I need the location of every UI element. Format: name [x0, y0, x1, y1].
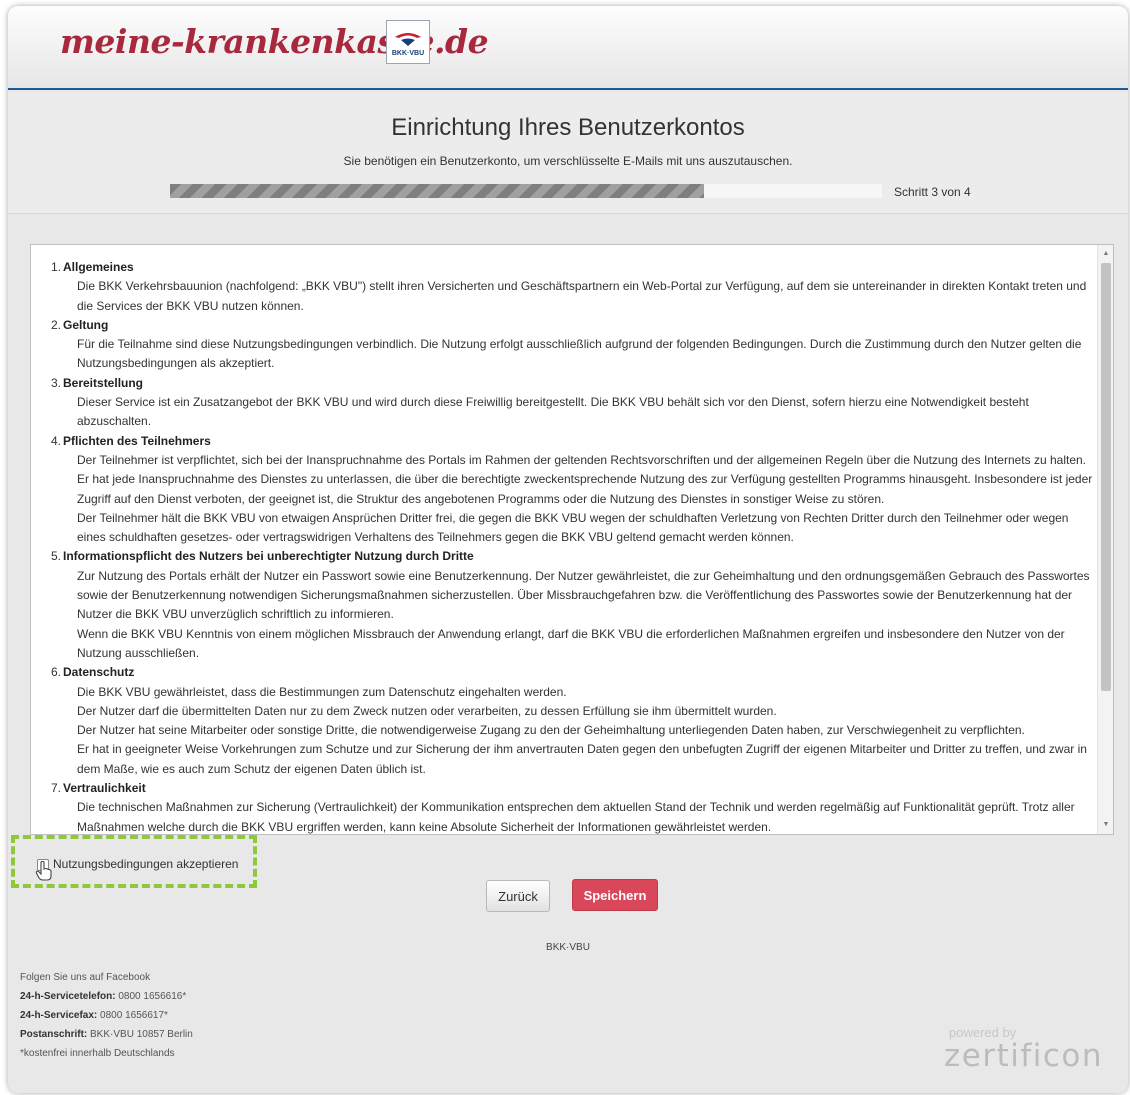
terms-paragraph: Der Nutzer hat seine Mitarbeiter oder so…: [77, 723, 1025, 738]
save-button[interactable]: Speichern: [572, 879, 658, 911]
terms-textarea[interactable]: 1. Allgemeines Die BKK Verkehrsbauunion (n…: [30, 244, 1114, 835]
header: meine-krankenkasse.de BKK·VBU: [8, 6, 1128, 90]
terms-section-number: 6.: [51, 665, 62, 680]
terms-paragraph: Zur Nutzung des Portals erhält der Nutze…: [77, 568, 1090, 622]
badge-text: BKK·VBU: [391, 49, 425, 57]
terms-paragraph: Wenn die BKK VBU Kenntnis von einem mögl…: [77, 626, 1065, 660]
page-subtitle: Sie benötigen ein Benutzerkonto, um vers…: [343, 154, 793, 168]
terms-section: 2. Geltung Für die Teilnahme sind diese Nu…: [43, 316, 1093, 374]
terms-paragraph: Dieser Service ist ein Zusatzangebot der…: [77, 395, 1029, 429]
hand-cursor-icon: [35, 861, 52, 881]
accept-terms-highlight: Nutzungsbedingungen akzeptieren: [11, 835, 257, 888]
terms-section: 7. Vertraulichkeit Die technischen Maßnahm…: [43, 779, 1093, 834]
facebook-link[interactable]: Folgen Sie uns auf Facebook: [20, 968, 193, 987]
progress-fill: [170, 184, 704, 198]
postal-address: Postanschrift: BKK·VBU 10857 Berlin: [20, 1025, 193, 1044]
terms-section-number: 7.: [51, 781, 62, 796]
terms-paragraph: Für die Teilnahme sind diese Nutzungsbed…: [77, 337, 1082, 371]
service-phone: 24-h-Servicetelefon: 0800 1656616*: [20, 987, 193, 1006]
terms-paragraph: Die technischen Maßnahmen zur Sicherung …: [77, 800, 1075, 834]
step-indicator: Schritt 3 von 4: [894, 185, 971, 199]
eagle-logo-icon: [395, 32, 421, 46]
terms-section: 1. Allgemeines Die BKK Verkehrsbauunion (n…: [43, 258, 1093, 316]
service-fax: 24-h-Servicefax: 0800 1656617*: [20, 1006, 193, 1025]
terms-section: 5. Informationspflicht des Nutzers bei un…: [43, 547, 1093, 663]
postal-address-label: Postanschrift:: [20, 1029, 88, 1040]
terms-paragraph: Er hat in geeigneter Weise Vorkehrungen …: [77, 742, 1087, 776]
bkk-vbu-logo: BKK·VBU: [386, 20, 430, 64]
terms-section: 4. Pflichten des Teilnehmers Der Teilnehme…: [43, 432, 1093, 548]
progress-bar: [170, 184, 882, 198]
terms-section-number: 2.: [51, 317, 62, 332]
service-fax-label: 24-h-Servicefax:: [20, 1010, 98, 1021]
terms-list: 1. Allgemeines Die BKK Verkehrsbauunion (n…: [43, 258, 1093, 834]
terms-section-number: 5.: [51, 549, 62, 564]
page-title: Einrichtung Ihres Benutzerkontos: [391, 114, 745, 141]
setup-header: Einrichtung Ihres Benutzerkontos Sie ben…: [8, 92, 1128, 214]
terms-section: 3. Bereitstellung Dieser Service ist ein Z…: [43, 374, 1093, 432]
scroll-up-icon[interactable]: ▲: [1098, 247, 1113, 261]
app-window: meine-krankenkasse.de BKK·VBU Einrichtun…: [8, 6, 1128, 1093]
zertificon-logo: zertificon: [944, 1038, 1104, 1074]
terms-section-heading: Allgemeines: [63, 260, 134, 274]
brand-label: BKK·VBU: [546, 942, 590, 953]
footer-note: *kostenfrei innerhalb Deutschlands: [20, 1048, 175, 1059]
terms-paragraph: Die BKK VBU gewährleistet, dass die Best…: [77, 684, 567, 699]
service-fax-value: 0800 1656617*: [97, 1010, 168, 1021]
back-button[interactable]: Zurück: [486, 880, 550, 912]
terms-section-heading: Vertraulichkeit: [63, 781, 146, 796]
accept-terms-label[interactable]: Nutzungsbedingungen akzeptieren: [53, 857, 238, 871]
service-phone-label: 24-h-Servicetelefon:: [20, 991, 116, 1002]
postal-address-value: BKK·VBU 10857 Berlin: [87, 1029, 193, 1040]
terms-section-heading: Informationspflicht des Nutzers bei unbe…: [63, 549, 474, 564]
terms-section-heading: Pflichten des Teilnehmers: [63, 433, 211, 448]
terms-paragraph: Der Teilnehmer ist verpflichtet, sich be…: [77, 452, 1093, 506]
scrollbar-thumb[interactable]: [1101, 263, 1111, 691]
terms-scrollbar[interactable]: ▲ ▼: [1097, 245, 1113, 834]
terms-section-heading: Datenschutz: [63, 665, 135, 680]
terms-section-number: 4.: [51, 433, 62, 448]
terms-paragraph: Der Nutzer darf die übermittelten Daten …: [77, 703, 777, 718]
terms-section-number: 1.: [51, 260, 62, 274]
terms-section-number: 3.: [51, 375, 62, 390]
terms-content: 1. Allgemeines Die BKK Verkehrsbauunion (n…: [43, 258, 1093, 834]
terms-section-heading: Bereitstellung: [63, 375, 144, 390]
scroll-down-icon[interactable]: ▼: [1098, 818, 1113, 832]
service-phone-value: 0800 1656616*: [115, 991, 187, 1002]
footer: Folgen Sie uns auf Facebook 24-h-Service…: [20, 968, 193, 1063]
terms-section-heading: Geltung: [63, 317, 109, 332]
terms-section: 6. Datenschutz Die BKK VBU gewährleistet, …: [43, 663, 1093, 779]
terms-paragraph: Der Teilnehmer hält die BKK VBU von etwa…: [77, 510, 1069, 545]
terms-paragraph: Die BKK Verkehrsbauunion (nachfolgend: „…: [77, 279, 1087, 313]
